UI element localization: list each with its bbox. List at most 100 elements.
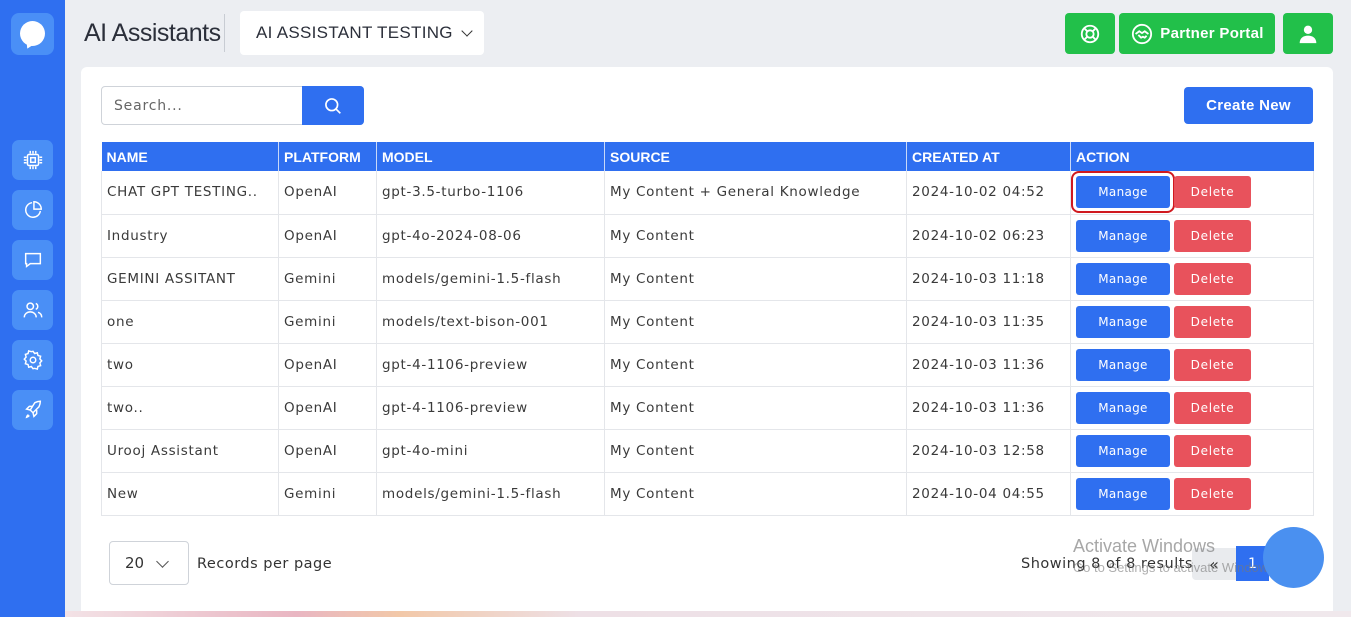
header-divider — [224, 14, 225, 52]
manage-button[interactable]: Manage — [1076, 219, 1170, 252]
assistants-table: NAME PLATFORM MODEL SOURCE CREATED AT AC… — [101, 142, 1314, 516]
taskbar-strip — [65, 611, 1351, 617]
column-header-source[interactable]: SOURCE — [604, 142, 907, 171]
chat-icon — [24, 252, 41, 268]
cell-action: Manage Delete — [1070, 429, 1314, 473]
table-row: Industry OpenAI gpt-4o-2024-08-06 My Conten… — [101, 214, 1314, 258]
table-row: two OpenAI gpt-4-1106-preview My Content 202… — [101, 343, 1314, 387]
cell-source: My Content — [604, 343, 907, 387]
cell-model: gpt-4-1106-preview — [376, 386, 605, 430]
manage-button[interactable]: Manage — [1076, 391, 1170, 424]
sidebar-item-users[interactable] — [12, 290, 53, 330]
column-header-platform[interactable]: PLATFORM — [278, 142, 377, 171]
profile-button[interactable] — [1283, 13, 1333, 54]
sidebar-item-settings[interactable] — [12, 340, 53, 380]
gear-icon — [22, 350, 43, 370]
cell-action: Manage Delete — [1070, 171, 1314, 215]
cell-name: two — [101, 343, 279, 387]
activate-windows-watermark-text: Go to Settings to activate Windows. — [1073, 560, 1279, 575]
support-button[interactable] — [1065, 13, 1115, 54]
cell-action: Manage Delete — [1070, 300, 1314, 344]
records-per-page-label: Records per page — [197, 556, 333, 572]
cell-source: My Content — [604, 257, 907, 301]
cell-action: Manage Delete — [1070, 472, 1314, 516]
table-row: two.. OpenAI gpt-4-1106-preview My Content 2… — [101, 386, 1314, 430]
table-row: one Gemini models/text-bison-001 My Content… — [101, 300, 1314, 344]
cell-model: gpt-3.5-turbo-1106 — [376, 171, 605, 215]
pie-chart-icon — [24, 201, 42, 218]
delete-button[interactable]: Delete — [1174, 434, 1251, 467]
sidebar — [0, 0, 65, 617]
search-icon — [325, 97, 341, 114]
create-new-button[interactable]: Create New — [1184, 87, 1313, 124]
cell-action: Manage Delete — [1070, 214, 1314, 258]
cell-platform: OpenAI — [278, 429, 377, 473]
cell-created-at: 2024-10-02 06:23 — [906, 214, 1071, 258]
delete-button[interactable]: Delete — [1174, 477, 1251, 510]
partner-portal-label: Partner Portal — [1160, 25, 1264, 42]
cell-created-at: 2024-10-02 04:52 — [906, 171, 1071, 215]
cell-model: models/gemini-1.5-flash — [376, 472, 605, 516]
cell-action: Manage Delete — [1070, 343, 1314, 387]
manage-button[interactable]: Manage — [1076, 477, 1170, 510]
delete-button[interactable]: Delete — [1174, 176, 1251, 209]
cell-name: Industry — [101, 214, 279, 258]
cell-source: My Content — [604, 429, 907, 473]
delete-button[interactable]: Delete — [1174, 219, 1251, 252]
column-header-created-at[interactable]: CREATED AT — [906, 142, 1071, 171]
cell-source: My Content — [604, 300, 907, 344]
cell-platform: OpenAI — [278, 343, 377, 387]
cell-created-at: 2024-10-03 11:35 — [906, 300, 1071, 344]
cell-name: Urooj Assistant — [101, 429, 279, 473]
table-row: CHAT GPT TESTING.. OpenAI gpt-3.5-turbo-11… — [101, 171, 1314, 215]
manage-button[interactable]: Manage — [1076, 262, 1170, 295]
rocket-icon — [24, 400, 41, 419]
column-header-name[interactable]: NAME — [101, 142, 279, 171]
cell-created-at: 2024-10-03 12:58 — [906, 429, 1071, 473]
cell-model: models/gemini-1.5-flash — [376, 257, 605, 301]
workspace-select-value: AI ASSISTANT TESTING — [256, 23, 453, 42]
manage-button[interactable]: Manage — [1076, 348, 1170, 381]
delete-button[interactable]: Delete — [1174, 391, 1251, 424]
table-header-row: NAME PLATFORM MODEL SOURCE CREATED AT AC… — [101, 142, 1314, 171]
app-logo[interactable] — [11, 13, 54, 55]
records-per-page-select[interactable]: 20 — [109, 541, 189, 585]
workspace-select[interactable]: AI ASSISTANT TESTING — [240, 11, 484, 55]
cell-created-at: 2024-10-04 04:55 — [906, 472, 1071, 516]
manage-button[interactable]: Manage — [1071, 171, 1175, 213]
cell-created-at: 2024-10-03 11:18 — [906, 257, 1071, 301]
delete-button[interactable]: Delete — [1174, 348, 1251, 381]
cell-source: My Content — [604, 472, 907, 516]
sidebar-item-launch[interactable] — [12, 390, 53, 430]
cell-model: models/text-bison-001 — [376, 300, 605, 344]
cell-platform: Gemini — [278, 257, 377, 301]
manage-button[interactable]: Manage — [1076, 305, 1170, 338]
table-row: New Gemini models/gemini-1.5-flash My Conte… — [101, 472, 1314, 516]
sidebar-item-chip[interactable] — [12, 140, 53, 180]
activate-windows-watermark-title: Activate Windows — [1073, 536, 1216, 556]
delete-button[interactable]: Delete — [1174, 305, 1251, 338]
handshake-icon — [1132, 23, 1153, 44]
sidebar-item-analytics[interactable] — [12, 190, 53, 230]
cell-created-at: 2024-10-03 11:36 — [906, 343, 1071, 387]
manage-button[interactable]: Manage — [1076, 434, 1170, 467]
cell-platform: Gemini — [278, 300, 377, 344]
table-row: GEMINI ASSITANT Gemini models/gemini-1.5-f… — [101, 257, 1314, 301]
column-header-model[interactable]: MODEL — [376, 142, 605, 171]
cell-created-at: 2024-10-03 11:36 — [906, 386, 1071, 430]
search-input[interactable] — [102, 87, 302, 124]
sidebar-item-chat[interactable] — [12, 240, 53, 280]
cell-name: New — [101, 472, 279, 516]
delete-button[interactable]: Delete — [1174, 262, 1251, 295]
partner-portal-button[interactable]: Partner Portal — [1119, 13, 1275, 54]
user-icon — [1299, 25, 1317, 43]
search-button[interactable] — [302, 86, 364, 125]
table-row: Urooj Assistant OpenAI gpt-4o-mini My Conte… — [101, 429, 1314, 473]
cell-platform: Gemini — [278, 472, 377, 516]
chat-widget-button[interactable] — [1263, 527, 1324, 588]
cell-action: Manage Delete — [1070, 257, 1314, 301]
chevron-down-icon — [461, 24, 473, 37]
cell-platform: OpenAI — [278, 171, 377, 215]
cell-platform: OpenAI — [278, 386, 377, 430]
column-header-action: ACTION — [1070, 142, 1314, 171]
